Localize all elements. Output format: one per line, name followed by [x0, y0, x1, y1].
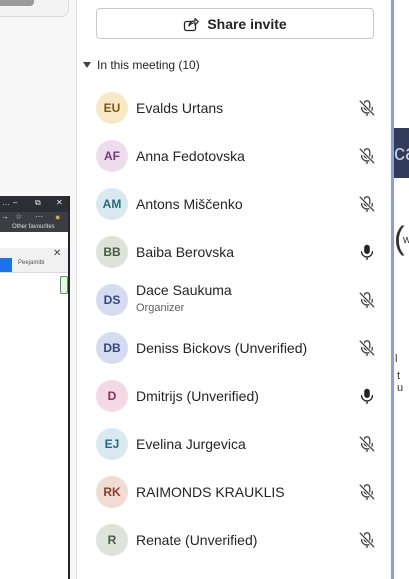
- shared-screen-background: … – ⧉ ✕ → ☆ ··· ● Other favourites Peeja…: [0, 0, 76, 579]
- shared-tab-text: Peejamibi: [18, 260, 45, 266]
- shared-tab-close-icon: ✕: [53, 248, 62, 259]
- participant-avatar: EJ: [96, 428, 128, 460]
- right-fragment-line: l: [395, 353, 398, 365]
- shared-close-icon: ✕: [56, 198, 63, 207]
- mic-on-icon: [360, 244, 374, 261]
- shared-blue-tab: [0, 258, 12, 272]
- right-fragment-w: w: [403, 234, 409, 246]
- chevron-down-icon: [83, 62, 91, 68]
- participant-row[interactable]: RK RAIMONDS KRAUKLIS: [77, 468, 391, 516]
- shared-star-icon: ☆: [15, 212, 23, 221]
- shared-tab-bar: Peejamibi ✕: [0, 248, 68, 273]
- participant-avatar: D: [96, 380, 128, 412]
- right-dark-block: ca: [394, 128, 409, 178]
- participant-name: Evelina Jurgevica: [136, 436, 246, 452]
- participant-row[interactable]: D Dmitrijs (Unverified): [77, 372, 391, 420]
- shared-menu-dots: …: [2, 198, 10, 207]
- mic-off-icon: [359, 436, 375, 453]
- mic-off-icon: [359, 292, 375, 309]
- shared-bookmark-other: Other favourites: [12, 224, 55, 230]
- right-background: ca ( w l t u: [391, 0, 409, 579]
- participant-avatar: BB: [96, 236, 128, 268]
- shared-screen-top-bar: [0, 0, 69, 17]
- participant-avatar: DS: [96, 284, 128, 316]
- participant-avatar: DB: [96, 332, 128, 364]
- participant-name: Antons Miščenko: [136, 196, 243, 212]
- participant-name: Baiba Berovska: [136, 244, 235, 260]
- participant-row[interactable]: BB Baiba Berovska: [77, 228, 391, 276]
- shared-screen-top-pill: [0, 0, 34, 6]
- share-invite-label: Share invite: [207, 15, 287, 32]
- participant-name: Renate (Unverified): [136, 532, 258, 548]
- shared-minimize-icon: –: [13, 198, 18, 207]
- mic-off-icon: [359, 100, 375, 117]
- right-fragment-text: t u: [397, 370, 404, 394]
- participant-avatar: EU: [96, 92, 128, 124]
- shared-restore-icon: ⧉: [35, 198, 41, 207]
- participant-role: Organizer: [136, 302, 185, 314]
- shared-bookmarks-bar: → ☆ ··· ● Other favourites: [0, 212, 68, 232]
- shared-indicator: [60, 276, 68, 294]
- participant-row[interactable]: R Renate (Unverified): [77, 516, 391, 564]
- participant-row[interactable]: DB Deniss Bickovs (Unverified): [77, 324, 391, 372]
- share-invite-button[interactable]: Share invite: [96, 8, 374, 39]
- participant-avatar: R: [96, 524, 128, 556]
- participant-row[interactable]: AF Anna Fedotovska: [77, 132, 391, 180]
- participant-avatar: RK: [96, 476, 128, 508]
- mic-on-icon: [360, 388, 374, 405]
- mic-off-icon: [359, 148, 375, 165]
- shared-browser-window: … – ⧉ ✕ → ☆ ··· ● Other favourites Peeja…: [0, 196, 70, 579]
- participants-panel: Share invite In this meeting (10) EU Eval…: [77, 0, 391, 579]
- mic-off-icon: [359, 196, 375, 213]
- participant-name: RAIMONDS KRAUKLIS: [136, 484, 285, 500]
- participant-name: Dmitrijs (Unverified): [136, 388, 259, 404]
- mic-off-icon: [359, 340, 375, 357]
- mic-off-icon: [359, 484, 375, 501]
- shared-arrow-icon: →: [1, 212, 9, 221]
- mic-off-icon: [359, 532, 375, 549]
- participant-row[interactable]: EJ Evelina Jurgevica: [77, 420, 391, 468]
- participant-name: Dace Saukuma: [136, 282, 232, 298]
- right-edge-accent: [391, 0, 394, 579]
- participant-name: Evalds Urtans: [136, 100, 224, 116]
- shared-more-icon: ···: [35, 212, 43, 221]
- participant-name: Deniss Bickovs (Unverified): [136, 340, 308, 356]
- shared-browser-titlebar: … – ⧉ ✕: [0, 196, 68, 212]
- participant-avatar: AF: [96, 140, 128, 172]
- participant-row[interactable]: AM Antons Miščenko: [77, 180, 391, 228]
- in-meeting-section-title: In this meeting (10): [97, 58, 200, 72]
- participant-avatar: AM: [96, 188, 128, 220]
- participant-row[interactable]: EU Evalds Urtans: [77, 84, 391, 132]
- shared-extension-icon: ●: [55, 212, 61, 222]
- participant-name: Anna Fedotovska: [136, 148, 245, 164]
- in-meeting-section-toggle[interactable]: In this meeting (10): [83, 57, 200, 73]
- share-icon: [184, 17, 200, 31]
- participant-row[interactable]: DS Dace Saukuma Organizer: [77, 276, 391, 324]
